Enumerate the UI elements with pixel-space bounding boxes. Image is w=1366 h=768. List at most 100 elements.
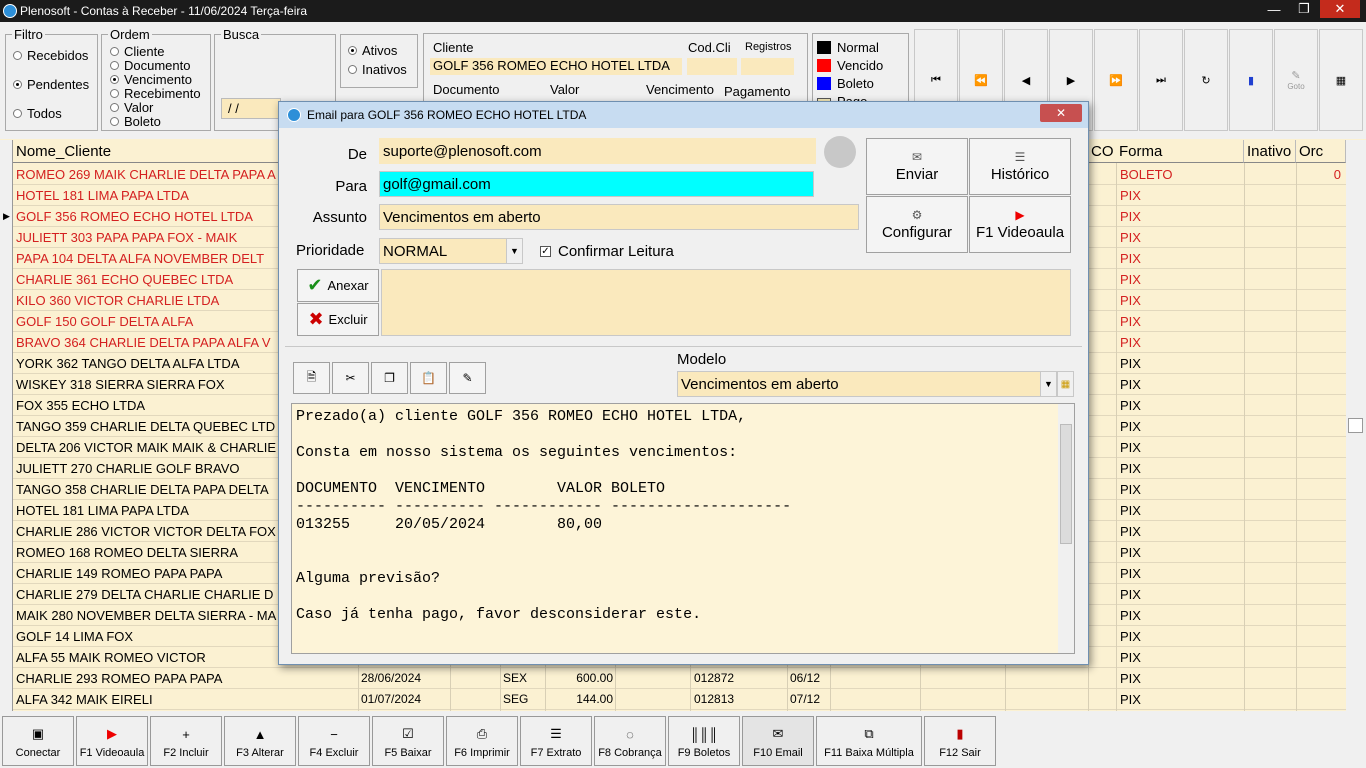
- excluir-button[interactable]: ✖ Excluir: [297, 303, 379, 336]
- assunto-field[interactable]: Vencimentos em aberto: [379, 204, 859, 230]
- ordem-vencimento-radio[interactable]: Vencimento: [110, 72, 192, 87]
- conectar-button[interactable]: ▣ Conectar: [2, 716, 74, 766]
- body-scrollbar-thumb[interactable]: [1060, 424, 1072, 544]
- enviar-button[interactable]: ✉ Enviar: [866, 138, 968, 195]
- col-header-inativo[interactable]: Inativo: [1244, 140, 1296, 163]
- chevron-down-icon[interactable]: ▼: [506, 239, 522, 263]
- ordem-valor-radio[interactable]: Valor: [110, 100, 153, 115]
- window-title-bar: Plenosoft - Contas à Receber - 11/06/202…: [0, 0, 1366, 22]
- videoaula-button[interactable]: ▶ F1 Videoaula: [969, 196, 1071, 253]
- radio-checked-icon: [348, 46, 357, 55]
- exit-icon: ▮: [956, 726, 964, 741]
- chevron-down-icon[interactable]: ▼: [1040, 372, 1056, 396]
- form-icon: ▦: [1335, 74, 1347, 87]
- barcode-icon: ║║║: [690, 727, 718, 742]
- f12-sair-button[interactable]: ▮ F12 Sair: [924, 716, 996, 766]
- f10-email-button[interactable]: ✉ F10 Email: [742, 716, 814, 766]
- nav-last-button[interactable]: ⏭: [1139, 29, 1183, 131]
- forma-cell: PIX: [1120, 587, 1141, 602]
- f8-cobranca-button[interactable]: ◌ F8 Cobrança: [594, 716, 666, 766]
- f11-baixa-multipla-button[interactable]: ⧉ F11 Baixa Múltipla: [816, 716, 922, 766]
- ativos-radio[interactable]: Ativos: [348, 43, 397, 58]
- email-body-textarea[interactable]: Prezado(a) cliente GOLF 356 ROMEO ECHO H…: [291, 403, 1075, 654]
- envelope-icon: ✉: [772, 726, 784, 741]
- forma-cell: PIX: [1120, 293, 1141, 308]
- f7-extrato-button[interactable]: ☰ F7 Extrato: [520, 716, 592, 766]
- close-icon[interactable]: ✕: [1320, 0, 1360, 18]
- radio-icon: [110, 61, 119, 70]
- list-icon: ☰: [1014, 150, 1026, 164]
- forma-cell: PIX: [1120, 251, 1141, 266]
- confirmar-checkbox[interactable]: ✓: [540, 246, 551, 257]
- de-field[interactable]: suporte@plenosoft.com: [379, 138, 816, 164]
- copy-icon: ❐: [384, 371, 395, 385]
- goto-button[interactable]: ✎ Goto: [1274, 29, 1318, 131]
- form-view-button[interactable]: ▦: [1319, 29, 1363, 131]
- pagamento-cell: 07/12: [790, 692, 821, 706]
- radio-icon: [110, 103, 119, 112]
- paste-button[interactable]: 📋: [410, 362, 447, 394]
- f2-incluir-button[interactable]: + F2 Incluir: [150, 716, 222, 766]
- minimize-icon[interactable]: —: [1260, 0, 1288, 18]
- close-icon[interactable]: ✕: [1040, 104, 1082, 122]
- filtro-todos-radio[interactable]: Todos: [13, 106, 62, 121]
- inativos-radio[interactable]: Inativos: [348, 62, 407, 77]
- connect-icon: ▣: [31, 726, 45, 741]
- color-swatch: [817, 59, 831, 72]
- documento-cell: 012872: [694, 671, 735, 685]
- table-row[interactable]: ALFA 342 MAIK EIRELI: [13, 689, 358, 710]
- forma-cell: PIX: [1120, 188, 1141, 203]
- edit-button[interactable]: ✎: [449, 362, 486, 394]
- arrow-up-icon: ▲: [253, 727, 267, 742]
- forma-cell: PIX: [1120, 671, 1141, 686]
- row-indicator-column: [0, 140, 13, 711]
- ordem-recebimento-radio[interactable]: Recebimento: [110, 86, 201, 101]
- copy-button[interactable]: ❐: [371, 362, 408, 394]
- table-row[interactable]: CHARLIE 293 ROMEO PAPA PAPA: [13, 668, 358, 689]
- folder-icon[interactable]: ▦: [1057, 371, 1074, 397]
- modelo-select[interactable]: Vencimentos em aberto ▼: [677, 371, 1057, 397]
- registros-label: Registros: [745, 41, 792, 53]
- list-icon: ☰: [550, 726, 562, 741]
- dia-cell: SEG: [503, 692, 529, 706]
- nav-next-page-button[interactable]: ⏩: [1094, 29, 1138, 131]
- ordem-cliente-radio[interactable]: Cliente: [110, 44, 164, 59]
- email-dialog: Email para GOLF 356 ROMEO ECHO HOTEL LTD…: [278, 101, 1089, 665]
- busca-input[interactable]: / /: [221, 98, 281, 119]
- filtro-pendentes-radio[interactable]: Pendentes: [13, 77, 89, 92]
- cut-button[interactable]: ✂: [332, 362, 369, 394]
- refresh-icon: ↻: [1201, 74, 1211, 87]
- anexar-button[interactable]: ✔ Anexar: [297, 269, 379, 302]
- ordem-boleto-radio[interactable]: Boleto: [110, 114, 161, 129]
- filtro-legend: Filtro: [14, 27, 43, 42]
- new-doc-button[interactable]: 🗎: [293, 362, 330, 394]
- forma-cell: PIX: [1120, 335, 1141, 350]
- col-header-co[interactable]: CO: [1088, 140, 1118, 163]
- printer-icon: ⎙: [476, 726, 488, 741]
- forma-cell: PIX: [1120, 503, 1141, 518]
- refresh-button[interactable]: ↻: [1184, 29, 1228, 131]
- filtro-recebidos-radio[interactable]: Recebidos: [13, 48, 88, 63]
- f1-videoaula-button[interactable]: ▶ F1 Videoaula: [76, 716, 148, 766]
- scrollbar-thumb[interactable]: [1348, 418, 1363, 433]
- radio-icon: [13, 51, 22, 60]
- prioridade-select[interactable]: NORMAL ▼: [379, 238, 523, 264]
- f4-excluir-button[interactable]: − F4 Excluir: [298, 716, 370, 766]
- f5-baixar-button[interactable]: ☑ F5 Baixar: [372, 716, 444, 766]
- f3-alterar-button[interactable]: ▲ F3 Alterar: [224, 716, 296, 766]
- col-header-forma[interactable]: Forma: [1116, 140, 1244, 163]
- historico-button[interactable]: ☰ Histórico: [969, 138, 1071, 195]
- checklist-icon: ☑: [402, 726, 414, 741]
- ordem-documento-radio[interactable]: Documento: [110, 58, 190, 73]
- modelo-label: Modelo: [677, 351, 727, 368]
- f6-imprimir-button[interactable]: ⎙ F6 Imprimir: [446, 716, 518, 766]
- eraser-button[interactable]: ▮: [1229, 29, 1273, 131]
- new-doc-icon: 🗎: [306, 369, 317, 384]
- f9-boletos-button[interactable]: ║║║ F9 Boletos: [668, 716, 740, 766]
- col-header-orc[interactable]: Orc: [1296, 140, 1346, 163]
- configurar-button[interactable]: ⚙ Configurar: [866, 196, 968, 253]
- attachments-list[interactable]: [381, 269, 1071, 336]
- maximize-icon[interactable]: ❐: [1290, 0, 1318, 18]
- fast-forward-icon: ⏩: [1109, 74, 1123, 87]
- para-field[interactable]: golf@gmail.com: [379, 171, 814, 197]
